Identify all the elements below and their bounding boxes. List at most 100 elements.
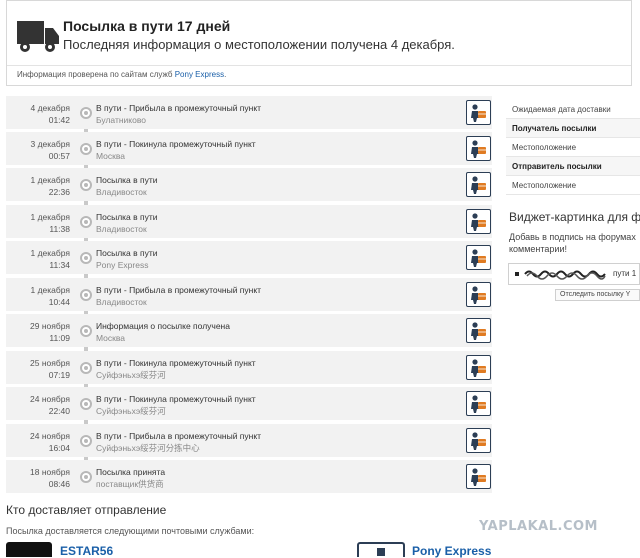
courier-icon — [471, 213, 486, 231]
estar56-logo — [6, 542, 52, 557]
timeline-dot — [80, 471, 92, 483]
event-date: 24 ноября 22:40 — [10, 393, 70, 417]
widget-desc-line-2: комментарии! — [509, 244, 567, 254]
divider — [7, 65, 631, 66]
carriers-title: Кто доставляет отправление — [6, 503, 167, 517]
carrier-info-button[interactable] — [466, 172, 491, 197]
event-day: 1 декабря — [30, 248, 70, 258]
courier-icon — [471, 286, 486, 304]
widget-title: Виджет-картинка для ф — [509, 210, 640, 224]
carrier-info-button[interactable] — [466, 391, 491, 416]
checked-service-link[interactable]: Pony Express — [175, 70, 224, 79]
courier-icon — [471, 140, 486, 158]
event-date: 24 ноября 16:04 — [10, 430, 70, 454]
carrier-info-button[interactable] — [466, 428, 491, 453]
tracking-title: Посылка в пути 17 дней — [63, 18, 231, 34]
event-day: 3 декабря — [30, 139, 70, 149]
event-location: Суйфэньхэ绥芬河 — [96, 370, 166, 380]
event-location: Москва — [96, 333, 126, 343]
carrier-info-button[interactable] — [466, 355, 491, 380]
event-status: В пути - Покинула промежуточный пункт — [96, 358, 256, 368]
timeline-event: 1 декабря 22:36 Посылка в пути Владивосток — [6, 168, 492, 201]
event-status: Посылка в пути — [96, 212, 158, 222]
timeline-event: 1 декабря 10:44 В пути - Прибыла в промежу… — [6, 278, 492, 311]
timeline-dot — [80, 362, 92, 374]
event-time: 00:57 — [48, 151, 70, 161]
info-row: Получатель посылки — [506, 119, 640, 138]
carrier-info-button[interactable] — [466, 318, 491, 343]
carrier-info-button[interactable] — [466, 245, 491, 270]
checked-prefix: Информация проверена по сайтам служб — [17, 70, 173, 79]
event-location: Владивосток — [96, 187, 147, 197]
widget-desc-line-1: Добавь в подпись на форумах — [509, 232, 636, 242]
widget-tooltip: Отследить посылку Y — [555, 289, 640, 301]
event-time: 22:36 — [48, 187, 70, 197]
timeline-event: 4 декабря 01:42 В пути - Прибыла в промежу… — [6, 96, 492, 129]
event-date: 1 декабря 22:36 — [10, 174, 70, 198]
info-row: Отправитель посылки — [506, 157, 640, 176]
event-date: 1 декабря 10:44 — [10, 284, 70, 308]
timeline-event: 24 ноября 22:40 В пути - Покинула промежут… — [6, 387, 492, 420]
event-status: В пути - Прибыла в промежуточный пункт — [96, 431, 262, 441]
carrier-link-pony-express[interactable]: Pony Express — [412, 544, 491, 558]
event-time: 11:34 — [49, 260, 70, 270]
event-location: Pony Express — [96, 260, 149, 270]
event-time: 07:19 — [48, 370, 70, 380]
event-time: 22:40 — [48, 406, 70, 416]
carrier-info-button[interactable] — [466, 282, 491, 307]
event-day: 29 ноября — [30, 321, 70, 331]
timeline-dot — [80, 216, 92, 228]
event-location: поставщик供货商 — [96, 479, 164, 489]
carrier-info-button[interactable] — [466, 136, 491, 161]
truck-icon — [17, 21, 59, 52]
event-day: 1 декабря — [30, 212, 70, 222]
shipment-info-table: Ожидаемая дата доставки Получатель посылк… — [506, 100, 640, 195]
courier-icon — [471, 432, 486, 450]
event-location: Владивосток — [96, 297, 147, 307]
courier-icon — [471, 395, 486, 413]
event-date: 1 декабря 11:38 — [10, 211, 70, 235]
event-status: В пути - Прибыла в промежуточный пункт — [96, 103, 262, 113]
timeline-event: 3 декабря 00:57 В пути - Покинула промежут… — [6, 132, 492, 165]
info-row: Ожидаемая дата доставки — [506, 100, 640, 119]
courier-icon — [471, 322, 486, 340]
event-status: В пути - Покинула промежуточный пункт — [96, 139, 256, 149]
carrier-info-button[interactable] — [466, 209, 491, 234]
courier-icon — [471, 359, 486, 377]
timeline-dot — [80, 435, 92, 447]
event-date: 18 ноября 08:46 — [10, 466, 70, 490]
timeline-dot — [80, 325, 92, 337]
carrier-info-button[interactable] — [466, 100, 491, 125]
event-date: 3 декабря 00:57 — [10, 138, 70, 162]
event-status: Посылка принята — [96, 467, 166, 477]
event-day: 1 декабря — [30, 285, 70, 295]
event-day: 18 ноября — [30, 467, 70, 477]
tracking-summary-card: Посылка в пути 17 дней Последняя информа… — [6, 0, 632, 86]
event-date: 25 ноября 07:19 — [10, 357, 70, 381]
event-location: Булатниково — [96, 115, 146, 125]
event-time: 10:44 — [48, 297, 70, 307]
widget-description: Добавь в подпись на форумах комментарии! — [509, 231, 640, 255]
courier-icon — [471, 176, 486, 194]
carrier-info-button[interactable] — [466, 464, 491, 489]
event-time: 16:04 — [48, 443, 70, 453]
event-time: 01:42 — [48, 115, 70, 125]
timeline-event: 29 ноября 11:09 Информация о посылке получ… — [6, 314, 492, 347]
event-date: 1 декабря 11:34 — [10, 247, 70, 271]
info-row: Местоположение — [506, 138, 640, 157]
timeline-event: 25 ноября 07:19 В пути - Покинула промежут… — [6, 351, 492, 384]
event-time: 11:38 — [49, 224, 70, 234]
event-status: Посылка в пути — [96, 175, 158, 185]
event-location: Владивосток — [96, 224, 147, 234]
event-location: Москва — [96, 151, 126, 161]
widget-preview[interactable]: пути 1 — [508, 263, 640, 285]
event-day: 1 декабря — [30, 175, 70, 185]
event-date: 29 ноября 11:09 — [10, 320, 70, 344]
event-location: Суйфэньхэ绥芬河 — [96, 406, 166, 416]
widget-text: пути 1 — [613, 269, 637, 278]
carrier-link-estar56[interactable]: ESTAR56 — [60, 544, 113, 558]
courier-icon — [471, 468, 486, 486]
tracking-timeline: 4 декабря 01:42 В пути - Прибыла в промежу… — [6, 96, 492, 496]
timeline-event: 1 декабря 11:34 Посылка в пути Pony Express — [6, 241, 492, 274]
event-status: Посылка в пути — [96, 248, 158, 258]
